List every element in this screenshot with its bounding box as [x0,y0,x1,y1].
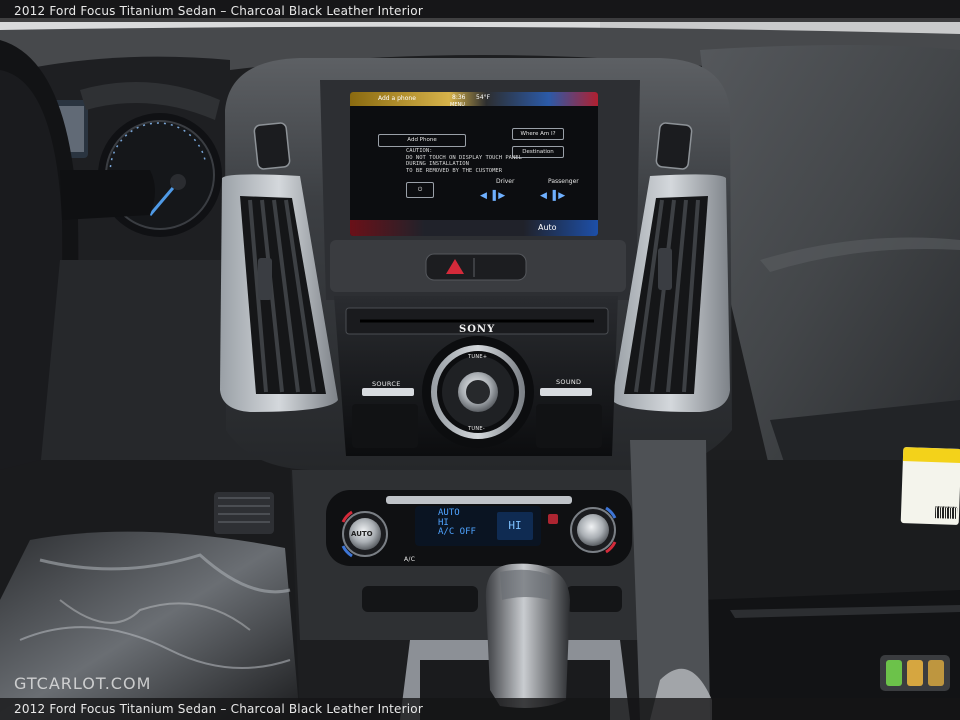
rating-badge-amber [907,660,923,686]
interior-photo: Add a phone 8:36 54°F MENU Add Phone Whe… [0,0,960,720]
sound-button[interactable] [540,386,592,396]
tab-phone[interactable]: Add a phone [378,95,416,102]
rating-badge-green [886,660,902,686]
seat-left-arrow-icon: ◀ ▐ ▶ [480,190,506,200]
driver-label: Driver [496,178,515,185]
temperature-readout: 54°F [476,94,491,101]
tab-menu[interactable]: MENU [450,102,465,108]
power-button[interactable]: ⏻ [406,182,434,198]
photo-caption-bottom: 2012 Ford Focus Titanium Sedan – Charcoa… [0,698,960,720]
climate-line: A/C OFF [438,527,476,537]
auto-climate-label[interactable]: Auto [538,223,557,232]
ac-button-label[interactable]: A/C [404,556,415,563]
window-sticker [900,447,960,525]
caution-line: TO BE REMOVED BY THE CUSTOMER [406,167,503,174]
sony-logo: SONY [459,324,496,335]
passenger-seat-controls[interactable]: ◀ ▐ ▶ [540,190,565,201]
sound-label: SOUND [556,378,582,386]
add-phone-button[interactable]: Add Phone [378,134,466,147]
power-icon: ⏻ [417,187,423,193]
caution-notice: CAUTION: DO NOT TOUCH ON DISPLAY TOUCH P… [406,148,522,174]
passenger-temp-knob[interactable] [571,508,615,552]
auto-knob-label: AUTO [351,530,373,538]
site-watermark: GTCARLOT.COM [14,674,152,693]
climate-display: AUTO HI A/C OFF HI [415,506,541,546]
climate-status-text: AUTO HI A/C OFF [438,508,476,538]
source-button[interactable] [362,386,414,396]
driver-seat-controls[interactable]: ◀ ▐ ▶ [480,190,505,201]
where-am-i-button[interactable]: Where Am I? [512,128,564,140]
clock-readout: 8:36 [452,94,466,101]
seat-right-arrow-icon: ◀ ▐ ▶ [540,190,566,200]
screen-bottom-bar [350,220,598,236]
sticker-stripe [902,447,960,464]
driver-temp-knob[interactable]: AUTO [343,512,387,556]
rating-badge-gold [928,660,944,686]
infotainment-screen[interactable]: Add a phone 8:36 54°F MENU Add Phone Whe… [350,92,598,236]
photo-caption-top: 2012 Ford Focus Titanium Sedan – Charcoa… [0,0,960,22]
barcode-icon [934,506,958,519]
tune-volume-knob[interactable] [434,348,522,436]
fan-speed-readout: HI [497,512,533,540]
passenger-label: Passenger [548,178,579,185]
